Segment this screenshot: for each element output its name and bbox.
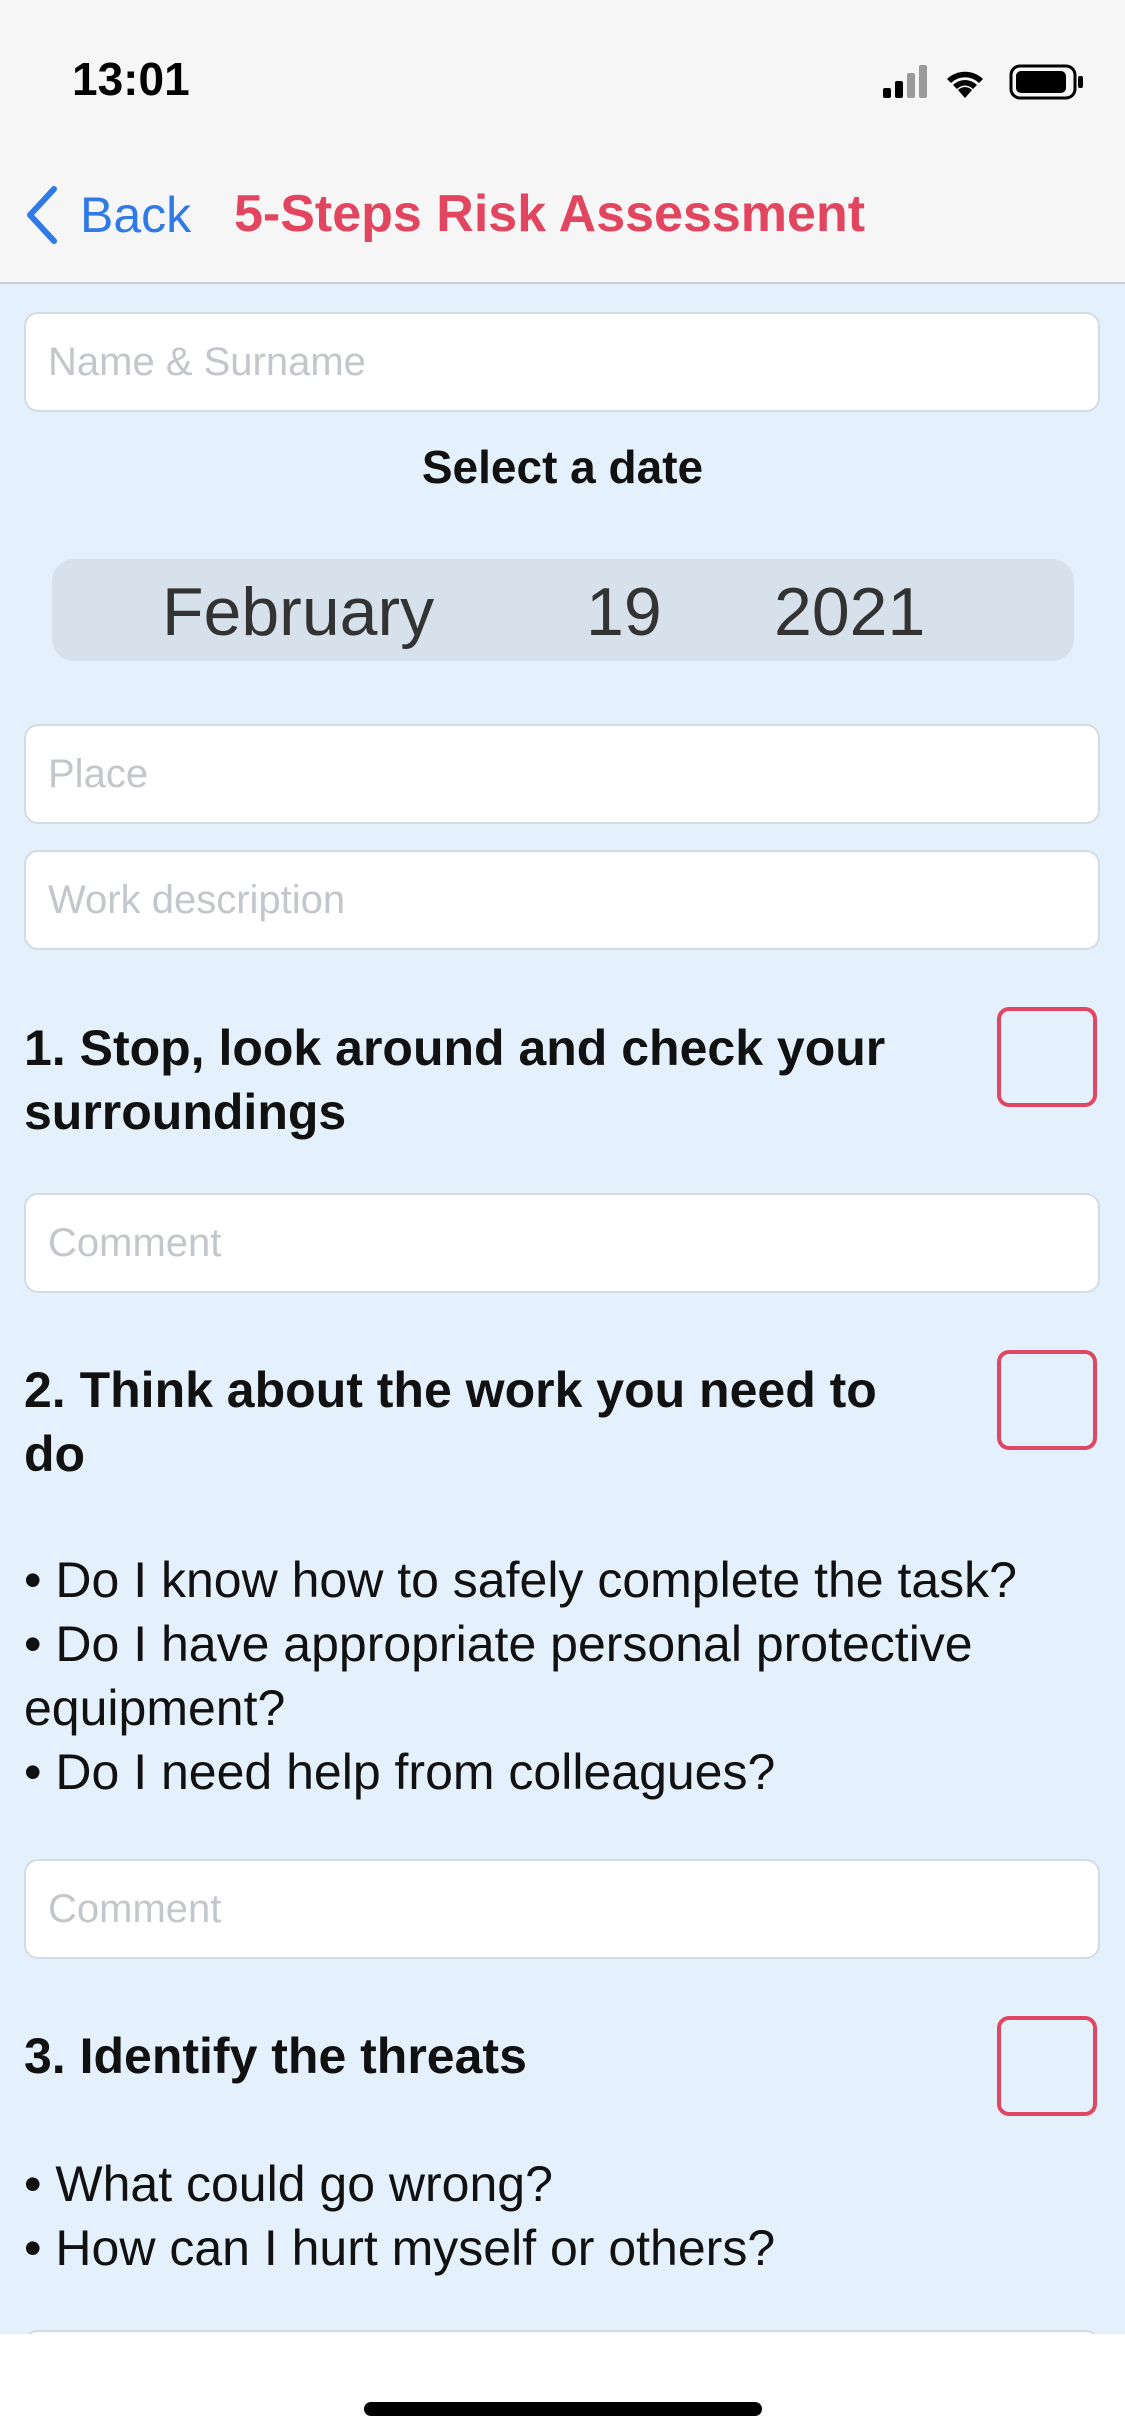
list-item: • Do I know how to safely complete the t…	[24, 1552, 1017, 1608]
date-label: Select a date	[421, 441, 704, 493]
step-1-comment-input[interactable]	[24, 1193, 1100, 1293]
date-month[interactable]: February	[162, 573, 434, 651]
page-title: 5-Steps Risk Assessment	[234, 185, 866, 243]
step-3-checkbox[interactable]	[997, 2016, 1097, 2116]
work-description-input[interactable]	[24, 850, 1100, 950]
back-label: Back	[80, 187, 192, 243]
chevron-left-icon	[27, 186, 57, 244]
name-surname-input[interactable]	[24, 312, 1100, 412]
date-day[interactable]: 19	[586, 573, 662, 651]
date-year[interactable]: 2021	[774, 573, 925, 651]
status-time: 13:01	[72, 53, 190, 105]
list-item: • Do I have appropriate personal protect…	[24, 1616, 973, 1736]
step-1-checkbox[interactable]	[997, 1007, 1097, 1107]
list-item: • What could go wrong?	[24, 2156, 553, 2212]
home-indicator[interactable]	[364, 2402, 762, 2416]
home-indicator-area	[0, 2334, 1125, 2436]
step-3-bullet-list: • What could go wrong? • How can I hurt …	[24, 2152, 1114, 2280]
step-2-comment-input[interactable]	[24, 1859, 1100, 1959]
status-bar: 13:01	[0, 0, 1125, 150]
step-3-title: 3. Identify the threats	[24, 2028, 527, 2084]
step-1-title: 1. Stop, look around and check your surr…	[24, 1020, 886, 1140]
date-picker[interactable]: February 19 2021	[52, 559, 1074, 661]
cellular-signal-icon	[883, 65, 927, 98]
status-icons	[883, 64, 1083, 100]
screen: 13:01 Back 5-Steps Risk Assessment Name …	[0, 0, 1125, 2436]
step-2-title: 2. Think about the work you need to do	[24, 1362, 877, 1482]
battery-icon	[1009, 64, 1083, 100]
step-2-checkbox[interactable]	[997, 1350, 1097, 1450]
nav-bar: Back 5-Steps Risk Assessment	[0, 150, 1125, 284]
list-item: • How can I hurt myself or others?	[24, 2220, 776, 2276]
place-input[interactable]	[24, 724, 1100, 824]
step-2-bullet-list: • Do I know how to safely complete the t…	[24, 1548, 1114, 1804]
list-item: • Do I need help from colleagues?	[24, 1744, 776, 1800]
back-button[interactable]: Back	[24, 180, 191, 250]
wifi-icon	[947, 71, 983, 98]
